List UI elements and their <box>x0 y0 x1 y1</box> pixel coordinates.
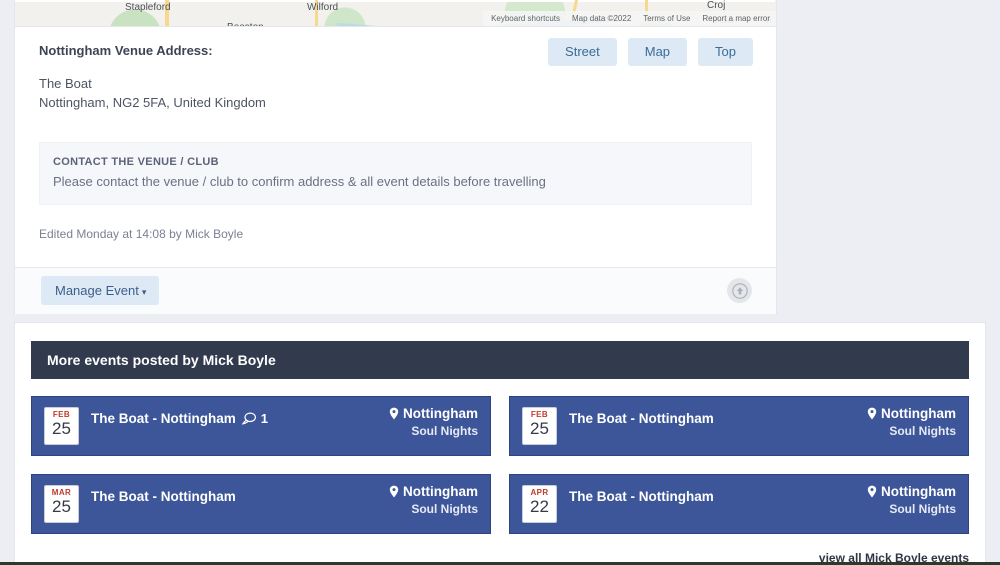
location-pin-icon <box>389 485 399 498</box>
event-card-location-wrap: Nottingham <box>389 406 478 421</box>
event-card-location-wrap: Nottingham <box>867 484 956 499</box>
event-card[interactable]: MAR 25 The Boat - Nottingham Nottingham … <box>31 474 491 534</box>
event-card-title: The Boat - Nottingham <box>569 489 714 504</box>
arrow-up-circle-icon <box>731 282 748 299</box>
event-card-location: Nottingham <box>403 484 478 499</box>
map-label-croj: Croj <box>707 0 726 11</box>
map-attribution-bar: Keyboard shortcuts Map data ©2022 Terms … <box>483 11 776 26</box>
event-card-category: Soul Nights <box>411 502 478 516</box>
event-comment-indicator: 1 <box>241 411 268 426</box>
event-card-meta: Nottingham Soul Nights <box>867 484 956 516</box>
event-card-location-wrap: Nottingham <box>389 484 478 499</box>
contact-notice-body: Please contact the venue / club to confi… <box>53 174 546 189</box>
event-card-category: Soul Nights <box>411 424 478 438</box>
location-pin-icon <box>389 407 399 420</box>
more-events-grid: FEB 25 The Boat - Nottingham 1 Nottingha… <box>31 379 969 534</box>
event-card-location-wrap: Nottingham <box>867 406 956 421</box>
event-date-day: 25 <box>530 419 549 438</box>
event-detail-panel: Google Stapleford Beeston Wilford Trent … <box>14 0 777 314</box>
edited-timestamp: Edited Monday at 14:08 by Mick Boyle <box>39 227 244 241</box>
event-date-badge: FEB 25 <box>44 407 79 445</box>
report-map-error-link[interactable]: Report a map error <box>702 14 770 23</box>
map-label-wilford: Wilford <box>307 2 339 13</box>
event-card-title-wrap: The Boat - Nottingham <box>91 489 236 504</box>
event-card-category: Soul Nights <box>889 424 956 438</box>
venue-address-lines: The Boat Nottingham, NG2 5FA, United Kin… <box>39 74 752 112</box>
more-events-header: More events posted by Mick Boyle <box>31 341 969 379</box>
map-data-copyright: Map data ©2022 <box>572 14 632 23</box>
view-all-events-link[interactable]: view all Mick Boyle events <box>31 534 969 565</box>
terms-of-use-link[interactable]: Terms of Use <box>643 14 690 23</box>
street-view-button[interactable]: Street <box>548 38 617 66</box>
event-card-category: Soul Nights <box>889 502 956 516</box>
map-view-toggle-group: Street Map Top <box>548 38 753 66</box>
event-card-meta: Nottingham Soul Nights <box>867 406 956 438</box>
comment-icon <box>241 412 256 425</box>
venue-name: The Boat <box>39 76 92 91</box>
top-view-button[interactable]: Top <box>698 38 753 66</box>
venue-locality: Nottingham, NG2 5FA, United Kingdom <box>39 95 266 110</box>
event-date-day: 25 <box>52 497 71 516</box>
map-label-stapleford: Stapleford <box>125 2 171 13</box>
event-action-bar: Manage Event ▾ <box>15 267 776 314</box>
event-card-location: Nottingham <box>881 406 956 421</box>
event-date-day: 25 <box>52 419 71 438</box>
chevron-down-icon: ▾ <box>141 287 147 297</box>
event-card-title: The Boat - Nottingham <box>569 411 714 426</box>
event-comment-count: 1 <box>260 411 268 426</box>
map-view-button[interactable]: Map <box>627 38 688 66</box>
manage-event-button[interactable]: Manage Event ▾ <box>41 276 160 305</box>
venue-address-section: Nottingham Venue Address: The Boat Notti… <box>15 27 776 118</box>
event-card[interactable]: FEB 25 The Boat - Nottingham 1 Nottingha… <box>31 396 491 456</box>
event-card-meta: Nottingham Soul Nights <box>389 406 478 438</box>
event-card-title: The Boat - Nottingham <box>91 489 236 504</box>
venue-map[interactable]: Google Stapleford Beeston Wilford Trent … <box>15 0 776 27</box>
location-pin-icon <box>867 407 877 420</box>
event-card[interactable]: FEB 25 The Boat - Nottingham Nottingham … <box>509 396 969 456</box>
event-date-badge: APR 22 <box>522 485 557 523</box>
event-card[interactable]: APR 22 The Boat - Nottingham Nottingham … <box>509 474 969 534</box>
event-card-location: Nottingham <box>403 406 478 421</box>
event-date-badge: MAR 25 <box>44 485 79 523</box>
contact-venue-notice: CONTACT THE VENUE / CLUB Please contact … <box>39 142 752 205</box>
more-events-panel: More events posted by Mick Boyle FEB 25 … <box>14 322 986 565</box>
manage-event-label: Manage Event <box>55 283 139 298</box>
event-card-location: Nottingham <box>881 484 956 499</box>
keyboard-shortcuts-link[interactable]: Keyboard shortcuts <box>491 14 560 23</box>
event-card-title-wrap: The Boat - Nottingham <box>569 411 714 426</box>
event-card-title-wrap: The Boat - Nottingham <box>569 489 714 504</box>
event-date-day: 22 <box>530 497 549 516</box>
event-card-title-wrap: The Boat - Nottingham 1 <box>91 411 268 426</box>
location-pin-icon <box>867 485 877 498</box>
event-card-meta: Nottingham Soul Nights <box>389 484 478 516</box>
event-date-badge: FEB 25 <box>522 407 557 445</box>
page-root: Google Stapleford Beeston Wilford Trent … <box>0 0 1000 565</box>
event-card-title: The Boat - Nottingham <box>91 411 236 426</box>
contact-notice-title: CONTACT THE VENUE / CLUB <box>53 156 219 168</box>
scroll-to-top-button[interactable] <box>727 278 752 303</box>
